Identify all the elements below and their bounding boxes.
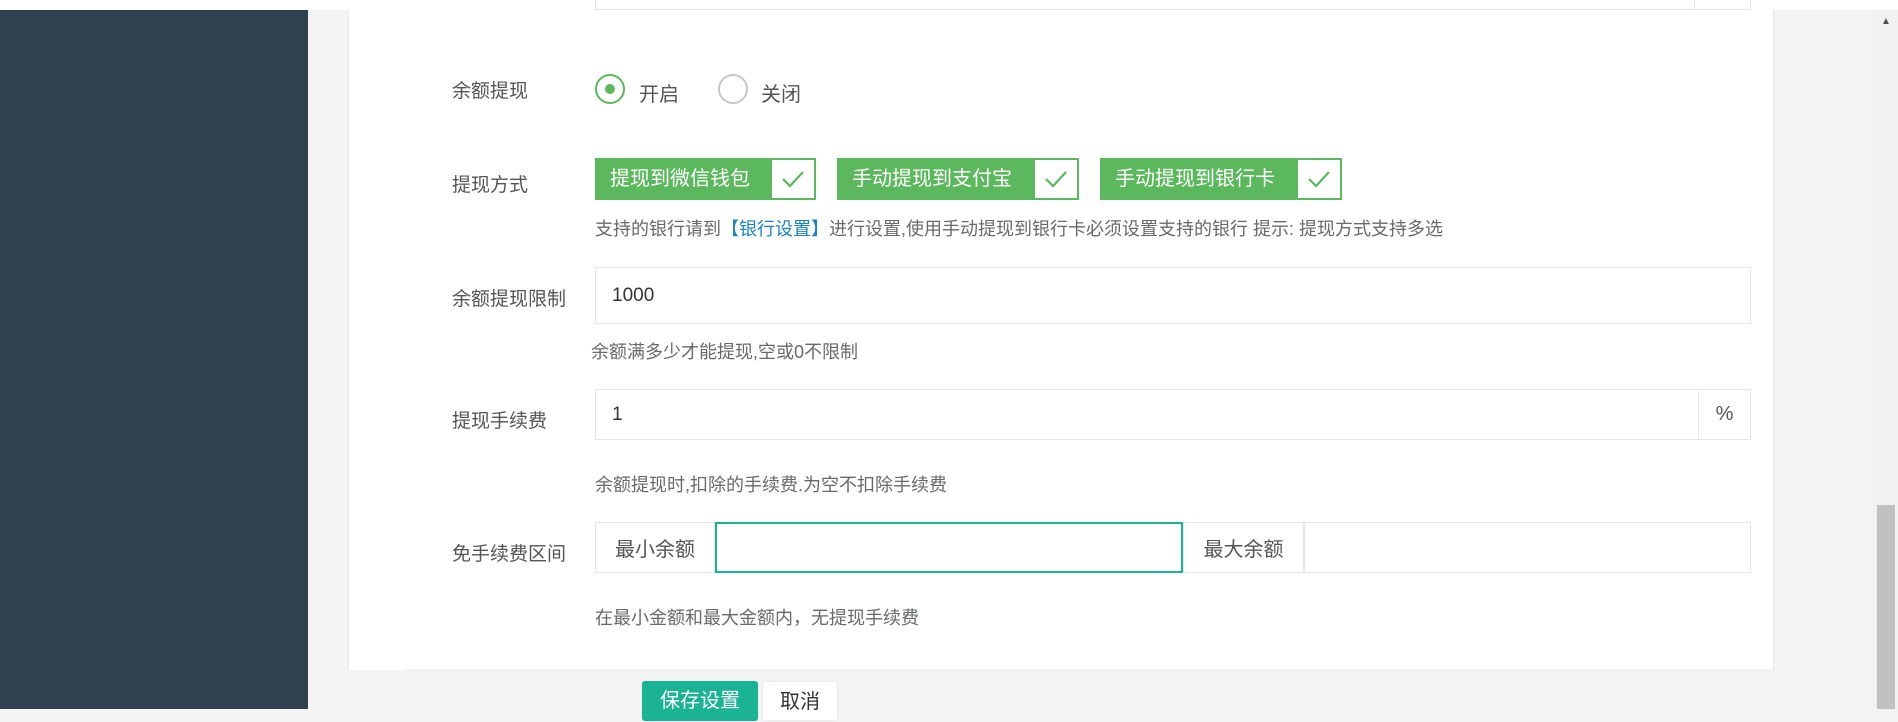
card-divider (405, 669, 1775, 670)
partial-input-top[interactable] (595, 0, 1695, 10)
withdraw-on-label[interactable]: 开启 (639, 78, 679, 107)
bank-settings-link[interactable]: 【银行设置】 (721, 219, 829, 239)
withdraw-on-radio[interactable] (595, 74, 625, 104)
check-icon (1298, 158, 1342, 200)
save-button[interactable]: 保存设置 (642, 681, 758, 721)
partial-input-addon-top (1695, 0, 1751, 10)
free-range-label: 免手续费区间 (452, 544, 567, 565)
limit-label: 余额提现限制 (452, 289, 567, 310)
cancel-button[interactable]: 取消 (762, 681, 838, 721)
method-tag-bank-text: 手动提现到银行卡 (1100, 158, 1298, 200)
method-tag-bank[interactable]: 手动提现到银行卡 (1100, 158, 1342, 200)
method-tag-wechat[interactable]: 提现到微信钱包 (595, 158, 816, 200)
withdraw-off-radio[interactable] (718, 74, 748, 104)
method-tag-alipay[interactable]: 手动提现到支付宝 (837, 158, 1079, 200)
max-balance-addon: 最大余额 (1183, 522, 1304, 573)
fee-input[interactable] (595, 389, 1699, 440)
method-tag-alipay-text: 手动提现到支付宝 (837, 158, 1035, 200)
main-content (308, 10, 1874, 709)
free-range-hint: 在最小金额和最大金额内，无提现手续费 (595, 608, 919, 628)
fee-label: 提现手续费 (452, 411, 548, 432)
min-balance-input[interactable] (715, 522, 1183, 573)
sidebar (0, 10, 308, 709)
method-hint-prefix: 支持的银行请到 (595, 219, 721, 239)
withdraw-label: 余额提现 (452, 81, 529, 102)
check-icon (1035, 158, 1079, 200)
max-balance-input[interactable] (1304, 522, 1751, 573)
method-label: 提现方式 (452, 175, 529, 196)
scrollbar-thumb[interactable] (1877, 505, 1895, 709)
method-tag-wechat-text: 提现到微信钱包 (595, 158, 772, 200)
fee-unit-addon: % (1698, 389, 1751, 440)
min-balance-addon: 最小余额 (595, 522, 715, 573)
check-icon (772, 158, 816, 200)
fee-hint: 余额提现时,扣除的手续费.为空不扣除手续费 (595, 475, 947, 495)
vertical-scrollbar[interactable]: ▲ (1874, 10, 1898, 709)
limit-hint: 余额满多少才能提现,空或0不限制 (591, 342, 859, 362)
method-hint-suffix: 进行设置,使用手动提现到银行卡必须设置支持的银行 提示: 提现方式支持多选 (829, 219, 1444, 239)
withdraw-off-label[interactable]: 关闭 (761, 78, 801, 107)
scroll-up-arrow-icon[interactable]: ▲ (1874, 14, 1898, 30)
method-hint: 支持的银行请到【银行设置】进行设置,使用手动提现到银行卡必须设置支持的银行 提示… (595, 215, 1443, 241)
limit-input[interactable] (595, 267, 1751, 324)
